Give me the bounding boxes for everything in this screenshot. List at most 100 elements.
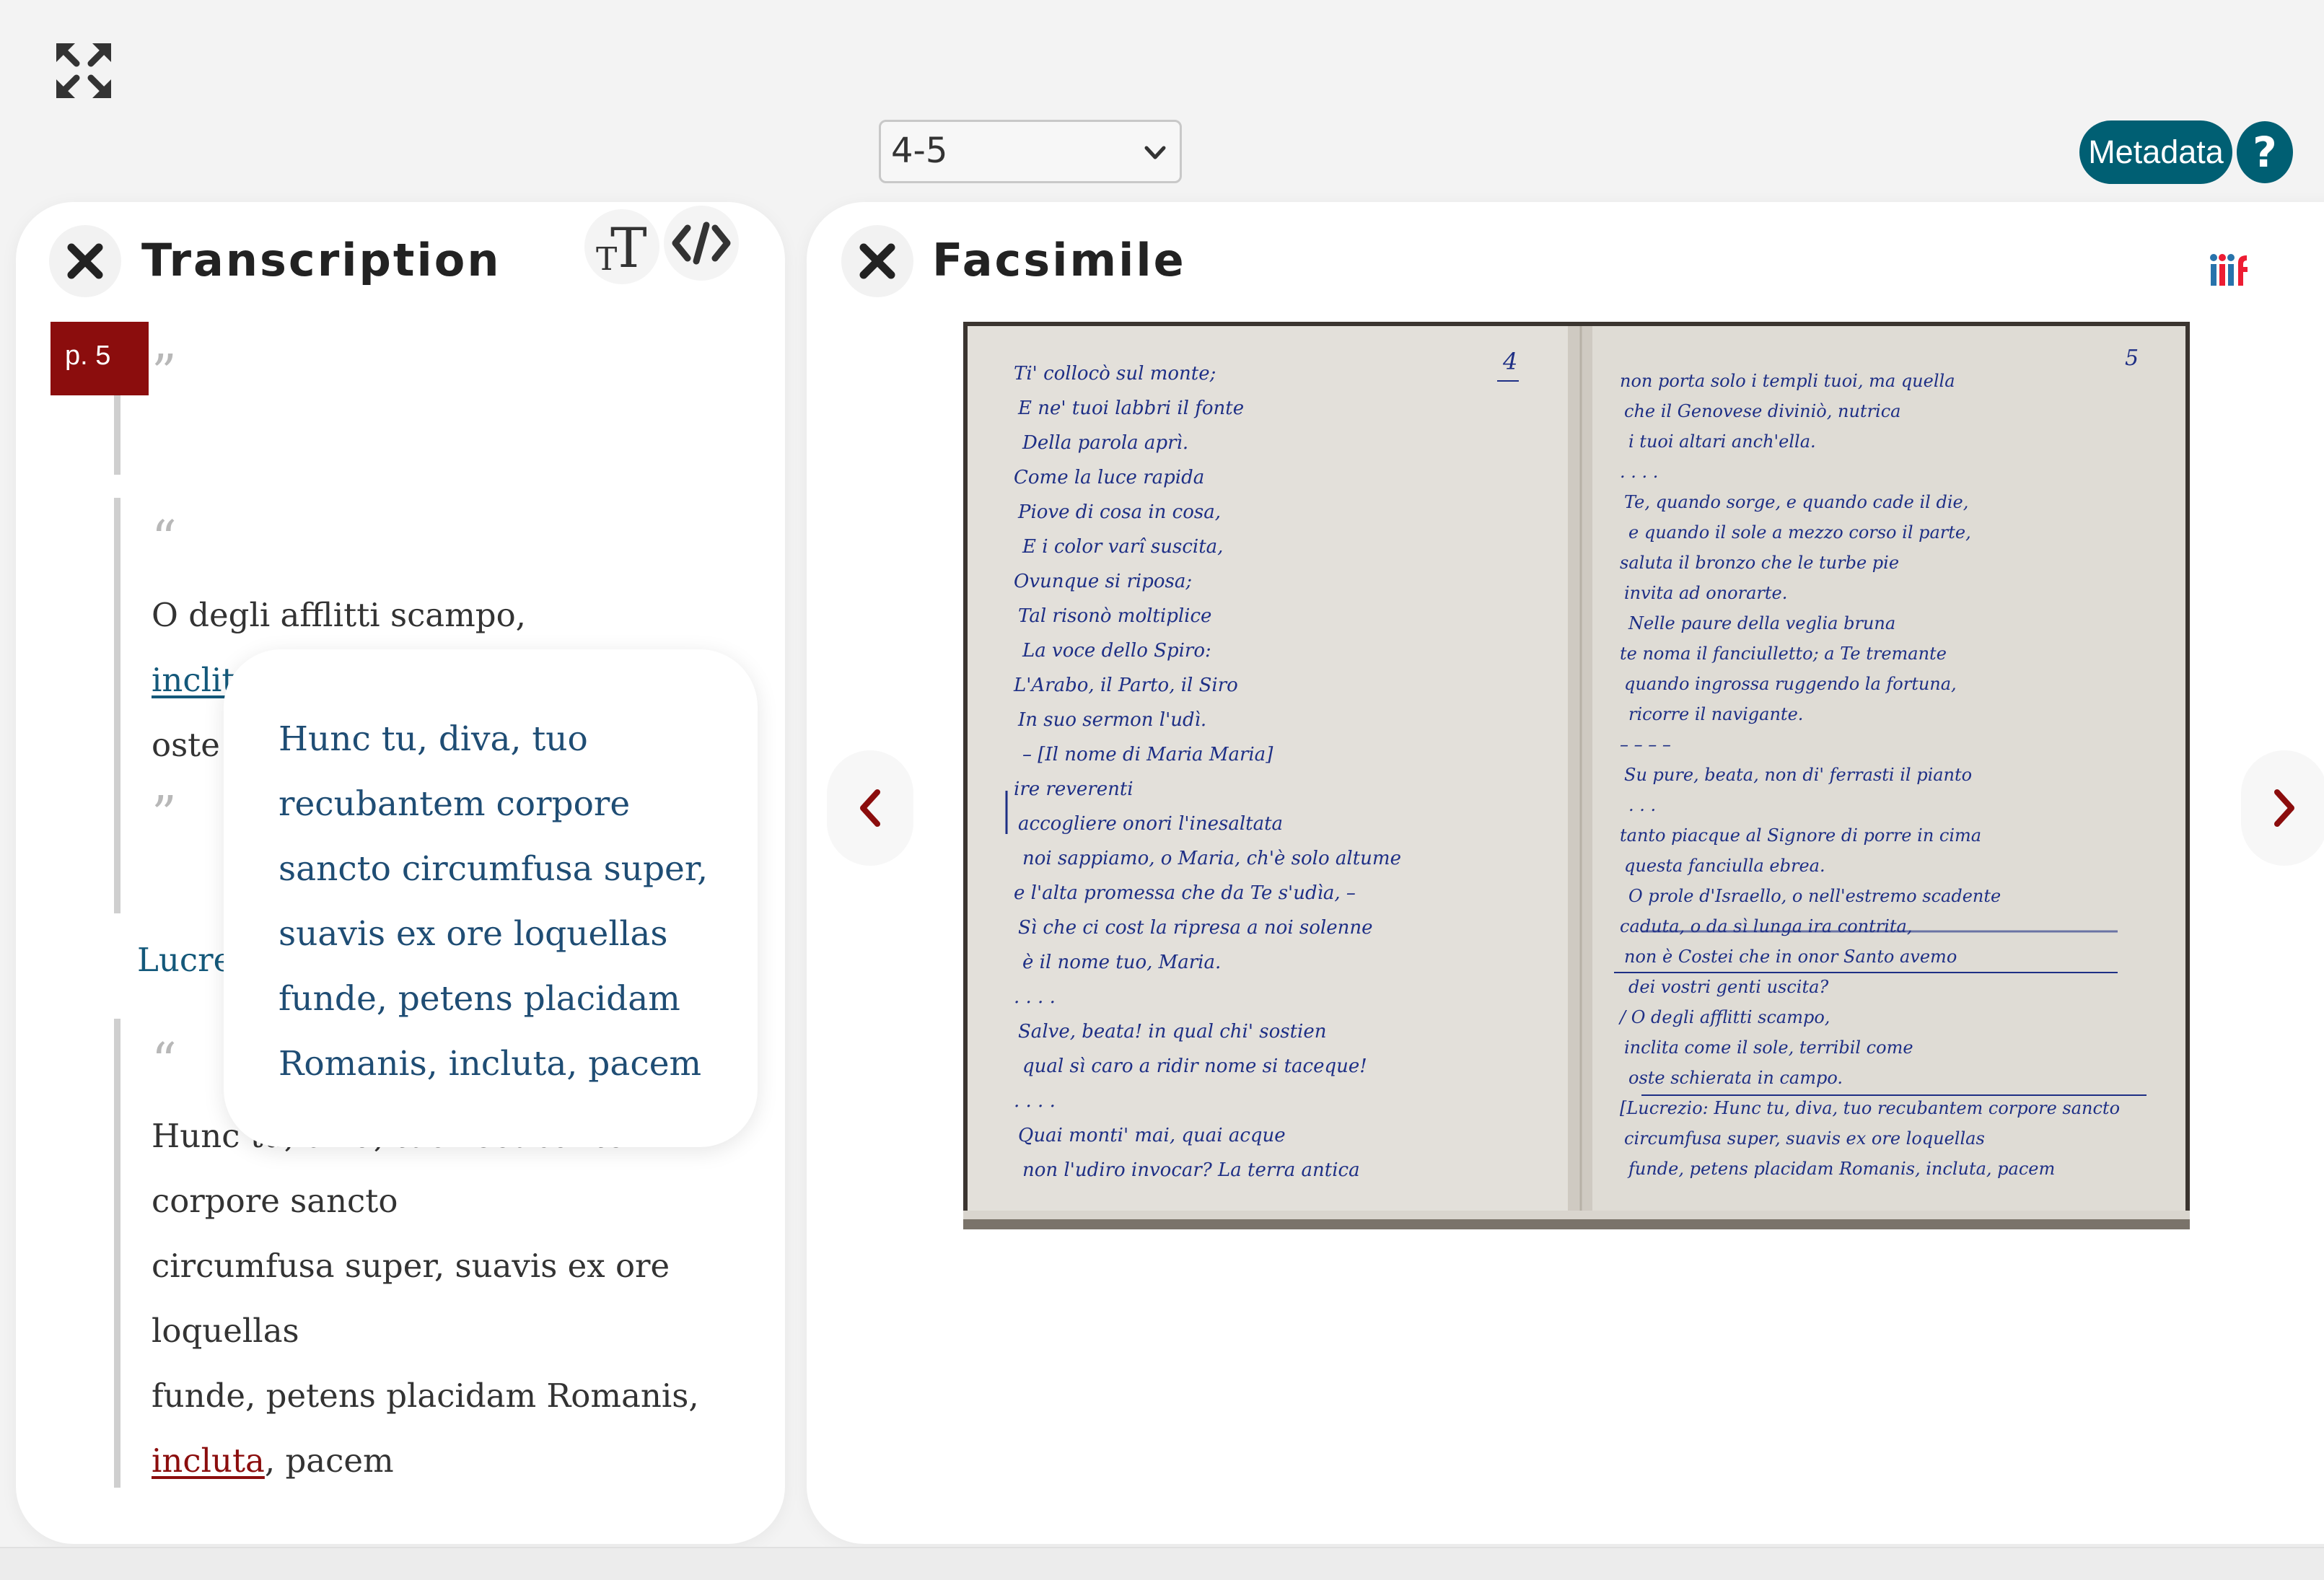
open-quote-mark: “: [152, 511, 177, 568]
help-button[interactable]: ?: [2237, 121, 2293, 183]
tooltip-line: funde, petens placidam: [279, 979, 680, 1019]
manuscript-line: Salve, beata! in qual chi' sostien: [1018, 1021, 1327, 1043]
close-quote-mark: ”: [152, 786, 177, 843]
annotation-tooltip: Hunc tu, diva, tuo recubantem corpore sa…: [224, 649, 758, 1147]
chevron-left-icon: [860, 789, 880, 827]
page-number-left: 4: [1502, 348, 1517, 375]
transcription-title: Transcription: [141, 234, 501, 286]
tooltip-line: Hunc tu, diva, tuo: [279, 719, 588, 759]
page-select[interactable]: 4-5: [879, 120, 1182, 183]
manuscript-image: 4 5 Ti' collocò sul monte; E ne' tuoi lab…: [963, 322, 2190, 1229]
manuscript-line: ricorre il navigante.: [1628, 704, 1803, 724]
stanza-bar: [114, 1019, 120, 1488]
close-icon: [859, 243, 895, 279]
fullscreen-icon: [56, 43, 111, 98]
close-quote-mark: ”: [152, 345, 177, 402]
stanza-2-line-2: corpore sancto: [152, 1182, 398, 1220]
close-transcription-button[interactable]: [49, 225, 121, 297]
tooltip-line: suavis ex ore loquellas: [279, 914, 668, 954]
manuscript-line: . . . .: [1014, 986, 1056, 1008]
font-size-icon: T T: [596, 219, 647, 274]
manuscript-line: E i color varî suscita,: [1022, 536, 1223, 558]
manuscript-line: te noma il fanciulletto; a Te tremante: [1620, 644, 1947, 664]
tooltip-line: Romanis, incluta, pacem: [279, 1044, 702, 1084]
manuscript-line: . . . .: [1014, 1090, 1056, 1112]
manuscript-line: Come la luce rapida: [1014, 467, 1204, 488]
manuscript-line: questa fanciulla ebrea.: [1624, 856, 1825, 876]
manuscript-line: e l'alta promessa che da Te s'udìa, –: [1014, 882, 1356, 904]
manuscript-line: . . . .: [1620, 462, 1658, 482]
manuscript-line: Ovunque si riposa;: [1014, 571, 1192, 592]
manuscript-line: O prole d'Israello, o nell'estremo scade…: [1628, 886, 2001, 906]
manuscript-line: è il nome tuo, Maria.: [1022, 952, 1221, 973]
manuscript-line: e quando il sole a mezzo corso il parte,: [1628, 522, 1971, 543]
manuscript-line: Te, quando sorge, e quando cade il die,: [1624, 492, 1968, 512]
manuscript-line: Sì che ci cost la ripresa a noi solenne: [1018, 917, 1372, 939]
page-number-right: 5: [2125, 346, 2139, 371]
manuscript-line: Quai monti' mai, quai acque: [1018, 1125, 1286, 1146]
stanza-2-line-5: funde, petens placidam Romanis,: [152, 1377, 699, 1415]
close-icon: [67, 243, 103, 279]
previous-page-button[interactable]: [827, 750, 913, 866]
stanza-2-line-6-rest: , pacem: [264, 1441, 394, 1480]
manuscript-line: La voce dello Spiro:: [1022, 640, 1211, 662]
iiif-button[interactable]: [2209, 250, 2250, 290]
chevron-down-icon: [1144, 146, 1166, 159]
close-facsimile-button[interactable]: [841, 225, 913, 297]
manuscript-line: non porta solo i templi tuoi, ma quella: [1620, 371, 1955, 391]
manuscript-line: non è Costei che in onor Santo avemo: [1624, 947, 1957, 967]
manuscript-line: funde, petens placidam Romanis, incluta,…: [1627, 1159, 2055, 1179]
manuscript-line: accogliere onori l'inesaltata: [1018, 813, 1283, 835]
chevron-right-icon: [2274, 789, 2294, 827]
manuscript-line: E ne' tuoi labbri il fonte: [1017, 398, 1244, 419]
manuscript-line: Tal risonò moltiplice: [1018, 605, 1211, 627]
manuscript-line: circumfusa super, suavis ex ore loquella…: [1624, 1128, 1985, 1149]
manuscript-line: qual sì caro a ridir nome si taceque!: [1022, 1055, 1367, 1077]
manuscript-line: . . .: [1628, 795, 1656, 815]
bottom-scrollbar[interactable]: [0, 1547, 2324, 1580]
stanza-2-line-4: loquellas: [152, 1312, 299, 1350]
manuscript-line: / O degli afflitti scampo,: [1618, 1007, 1830, 1027]
manuscript-line: i tuoi altari anch'ella.: [1628, 431, 1816, 452]
manuscript-line: In suo sermon l'udì.: [1017, 709, 1206, 731]
manuscript-line: ire reverenti: [1014, 778, 1134, 800]
page-badge[interactable]: p. 5: [51, 322, 149, 395]
manuscript-line: caduta, o da sì lunga ira contrita,: [1620, 916, 1912, 936]
metadata-label: Metadata: [2088, 133, 2224, 170]
manuscript-line: Su pure, beata, non di' ferrasti il pian…: [1624, 765, 1972, 785]
manuscript-line: L'Arabo, il Parto, il Siro: [1013, 675, 1238, 696]
stanza-2-line-3: circumfusa super, suavis ex ore: [152, 1247, 670, 1285]
manuscript-line: Della parola aprì.: [1022, 432, 1188, 454]
incluta-link[interactable]: incluta: [152, 1441, 265, 1480]
stanza-2: Hunc tu, diva, tuo recubantem corpore sa…: [152, 1104, 699, 1493]
code-icon: [672, 221, 731, 265]
open-quote-mark: “: [152, 1033, 177, 1090]
manuscript-line: noi sappiamo, o Maria, ch'è solo altume: [1022, 848, 1401, 869]
manuscript-line: saluta il bronzo che le turbe pie: [1620, 553, 1899, 573]
page-divider: [114, 395, 120, 475]
manuscript-line: Ti' collocò sul monte;: [1014, 363, 1216, 385]
tooltip-line: recubantem corpore: [279, 784, 631, 824]
source-code-button[interactable]: [664, 206, 739, 281]
manuscript-line: tanto piacque al Signore di porre in cim…: [1620, 825, 1981, 846]
metadata-button[interactable]: Metadata: [2079, 120, 2232, 184]
fullscreen-button[interactable]: [53, 40, 114, 101]
manuscript-line: inclita come il sole, terribil come: [1624, 1037, 1913, 1058]
facsimile-image[interactable]: 4 5 Ti' collocò sul monte; E ne' tuoi lab…: [963, 322, 2190, 1229]
manuscript-line: che il Genovese diviniò, nutrica: [1624, 401, 1900, 421]
svg-text:T: T: [610, 219, 647, 274]
tooltip-line: sancto circumfusa super,: [279, 849, 709, 889]
manuscript-line: Nelle paure della veglia bruna: [1628, 613, 1895, 633]
manuscript-line: dei vostri genti uscita?: [1628, 977, 1828, 997]
next-page-button[interactable]: [2241, 750, 2324, 866]
facsimile-title: Facsimile: [932, 234, 1186, 286]
font-size-button[interactable]: T T: [584, 209, 659, 284]
manuscript-line: quando ingrossa ruggendo la fortuna,: [1624, 674, 1957, 694]
help-icon: ?: [2253, 128, 2277, 177]
iiif-logo-icon: [2210, 254, 2248, 286]
manuscript-line: [Lucrezio: Hunc tu, diva, tuo recubantem…: [1620, 1098, 2120, 1118]
manuscript-line: – [Il nome di Maria Maria]: [1022, 744, 1273, 765]
page-select-value: 4-5: [891, 131, 948, 171]
manuscript-line: Piove di cosa in cosa,: [1017, 501, 1221, 523]
stanza-1-line-1: O degli afflitti scampo,: [152, 596, 526, 634]
